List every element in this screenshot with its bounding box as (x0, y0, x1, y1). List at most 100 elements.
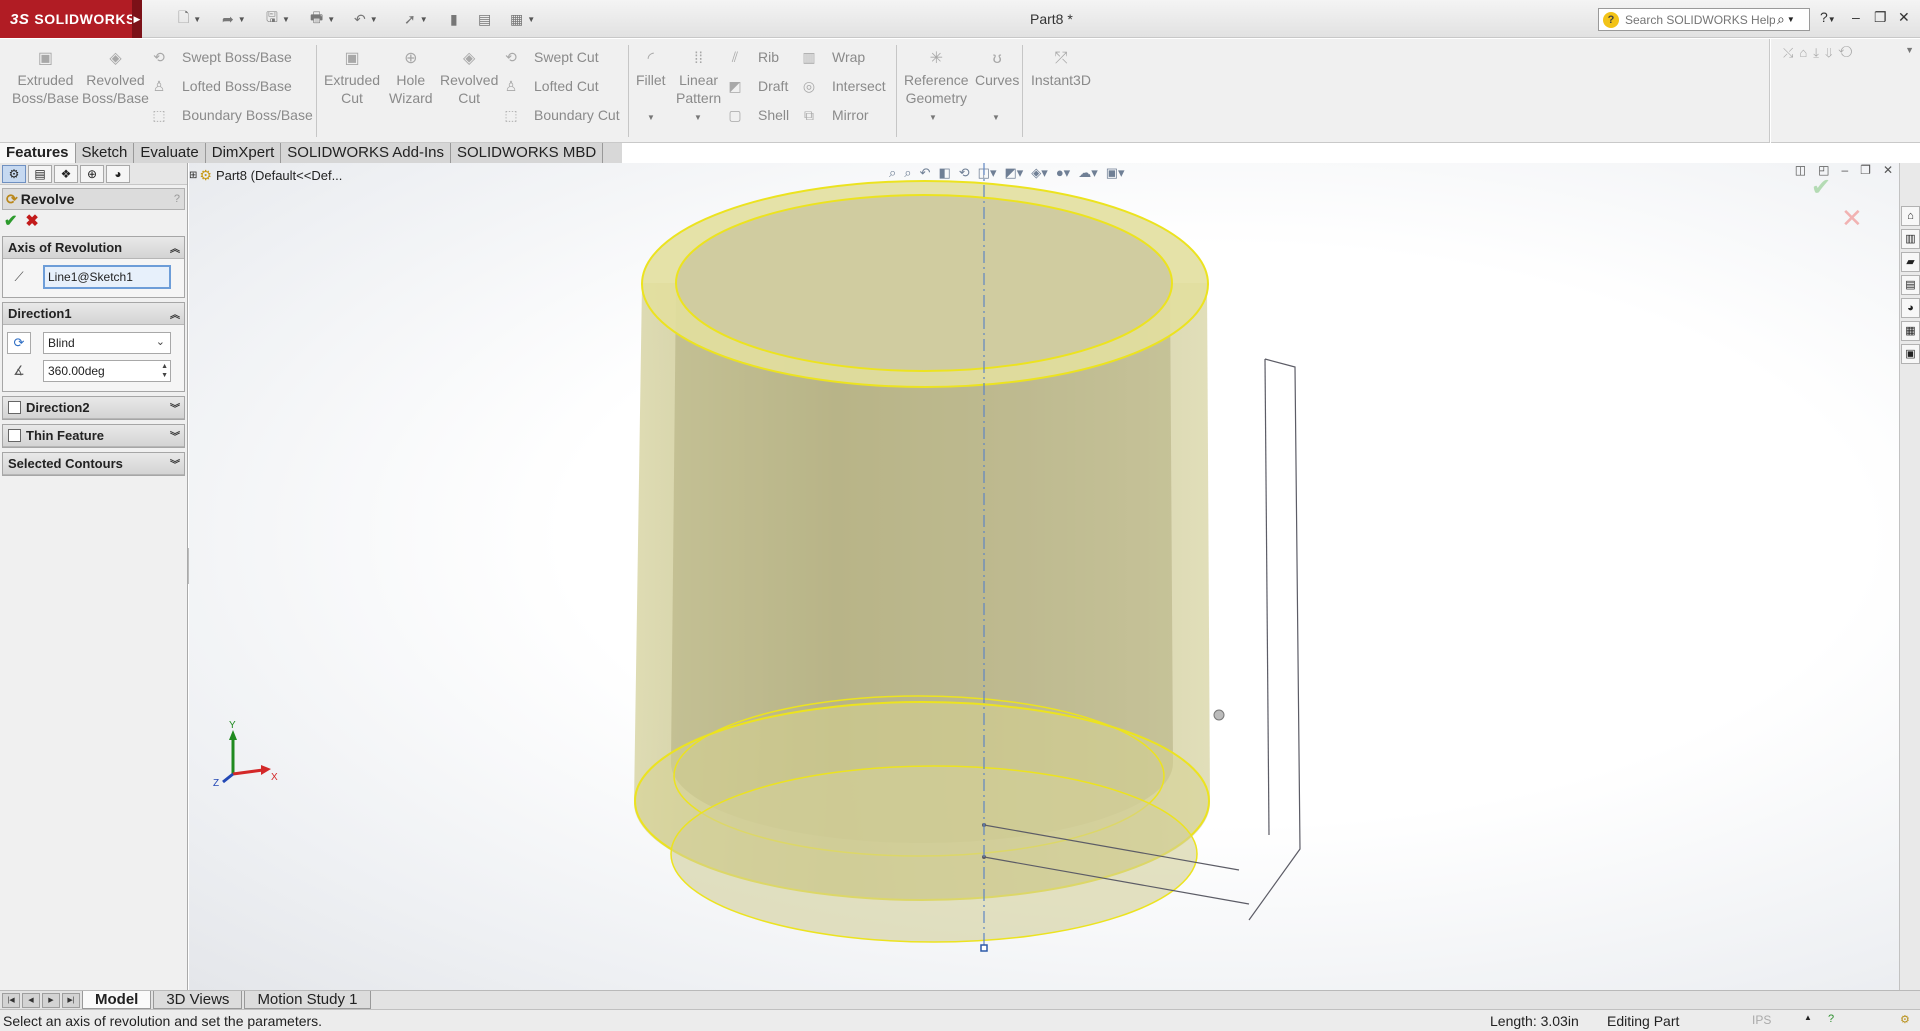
appearances-icon[interactable]: ◕ (1901, 298, 1920, 318)
options-button[interactable]: ▦ ▼ (510, 9, 535, 29)
thin-feature-header[interactable]: Thin Feature ︾ (3, 425, 184, 447)
graphics-area[interactable]: ⊞ ⚙ Part8 (Default<<Def... ⌕ ⌕ ↶ ◧ ⟲ ◫▾ … (189, 163, 1899, 990)
end-condition-select[interactable]: Blind ⌄ (43, 332, 171, 354)
property-manager-icon[interactable]: ▤ (28, 165, 52, 183)
mirror-button[interactable]: ⧉ Mirror (800, 105, 869, 125)
dimxpert-manager-icon[interactable]: ⊕ (80, 165, 104, 183)
feature-manager-icon[interactable]: ⚙ (2, 165, 26, 183)
first-tab-arrow-icon[interactable]: |◀ (2, 992, 20, 1008)
wrap-button[interactable]: ▥ Wrap (800, 47, 865, 67)
pattern-dropdown-icon[interactable]: ▼ (694, 113, 702, 122)
restore-window-button[interactable]: ❐ (1874, 9, 1887, 26)
fillet-button[interactable]: ◜ Fillet (636, 49, 666, 89)
revolved-boss-button[interactable]: ◈ Revolved Boss/Base (82, 49, 149, 107)
ribbon-options-dropdown-icon[interactable]: ▼ (1905, 45, 1914, 55)
solidworks-logo[interactable]: 3S SOLIDWORKS (0, 0, 140, 38)
search-icon[interactable]: ⌕ (1777, 11, 1785, 28)
solidworks-resources-icon[interactable]: ⌂ (1901, 206, 1920, 226)
file-explorer-icon[interactable]: ▰ (1901, 252, 1920, 272)
tab-sketch[interactable]: Sketch (75, 143, 135, 163)
collapse-chevron-icon[interactable]: ︽ (170, 306, 180, 321)
instant3d-button[interactable]: ⤱ Instant3D (1031, 49, 1091, 89)
configuration-manager-icon[interactable]: ❖ (54, 165, 78, 183)
revolved-cut-button[interactable]: ◈ Revolved Cut (440, 49, 498, 107)
shell-button[interactable]: ▢ Shell (726, 105, 789, 125)
file-properties-button[interactable]: ▤ (478, 9, 491, 29)
extruded-boss-button[interactable]: ▣ Extruded Boss/Base (12, 49, 79, 107)
lofted-boss-button[interactable]: ♙ Lofted Boss/Base (150, 76, 292, 96)
fillet-dropdown-icon[interactable]: ▼ (647, 113, 655, 122)
angle-input[interactable]: 360.00deg ▲ ▼ (43, 360, 171, 382)
tab-mbd[interactable]: SOLIDWORKS MBD (451, 143, 604, 163)
close-window-button[interactable]: ✕ (1898, 9, 1910, 26)
extra-tools-icons[interactable]: ⤯⌂⤓⇓⟲ (1783, 45, 1858, 61)
expand-chevron-icon[interactable]: ︾ (170, 456, 180, 471)
minimize-window-button[interactable]: – (1852, 9, 1860, 25)
swept-boss-button[interactable]: ⟲ Swept Boss/Base (150, 47, 292, 67)
collapse-chevron-icon[interactable]: ︽ (170, 240, 180, 255)
curves-dropdown-icon[interactable]: ▼ (992, 113, 1000, 122)
undo-button[interactable]: ↶ ▼ (354, 9, 378, 29)
save-button[interactable]: 🖫 ▼ (266, 9, 290, 29)
design-library-icon[interactable]: ▥ (1901, 229, 1920, 249)
rib-button[interactable]: ⫽ Rib (726, 47, 779, 67)
cancel-x-icon[interactable]: ✖ (25, 211, 38, 231)
selected-contours-header[interactable]: Selected Contours ︾ (3, 453, 184, 475)
boundary-cut-button[interactable]: ⬚ Boundary Cut (502, 105, 619, 125)
linear-pattern-button[interactable]: ⁞⁞ Linear Pattern (676, 49, 721, 107)
reverse-direction-icon[interactable]: ⟳ (7, 332, 31, 354)
open-document-button[interactable]: ➦ ▼ (222, 9, 246, 29)
new-document-button[interactable]: 🗋 ▼ (178, 9, 201, 29)
next-tab-arrow-icon[interactable]: ▶ (42, 992, 60, 1008)
tab-motion-study[interactable]: Motion Study 1 (244, 991, 371, 1009)
last-tab-arrow-icon[interactable]: ▶| (62, 992, 80, 1008)
prev-tab-arrow-icon[interactable]: ◀ (22, 992, 40, 1008)
expand-chevron-icon[interactable]: ︾ (170, 400, 180, 415)
direction1-header[interactable]: Direction1 ︽ (3, 303, 184, 325)
axis-selection-box[interactable]: Line1@Sketch1 (43, 265, 171, 289)
tab-addins[interactable]: SOLIDWORKS Add-Ins (281, 143, 451, 163)
rebuild-status-icon[interactable]: ⚙ (1900, 1013, 1910, 1026)
tab-3d-views[interactable]: 3D Views (153, 991, 243, 1009)
help-menu-button[interactable]: ?▼ (1820, 9, 1836, 25)
reference-geometry-dropdown-icon[interactable]: ▼ (929, 113, 937, 122)
expand-chevron-icon[interactable]: ︾ (170, 428, 180, 443)
display-manager-icon[interactable]: ◕ (106, 165, 130, 183)
search-dropdown-icon[interactable]: ▼ (1787, 15, 1795, 24)
curves-button[interactable]: ʊ Curves (975, 49, 1019, 89)
search-input[interactable] (1625, 12, 1775, 27)
thin-feature-checkbox[interactable] (8, 429, 21, 442)
tab-dimxpert[interactable]: DimXpert (205, 143, 282, 163)
direction2-header[interactable]: Direction2 ︾ (3, 397, 184, 419)
extruded-cut-button[interactable]: ▣ Extruded Cut (324, 49, 380, 107)
rebuild-button[interactable]: ▮ (450, 9, 458, 29)
print-button[interactable]: 🖶 ▼ (310, 9, 335, 29)
direction2-checkbox[interactable] (8, 401, 21, 414)
boundary-boss-button[interactable]: ⬚ Boundary Boss/Base (150, 105, 312, 125)
tab-evaluate[interactable]: Evaluate (134, 143, 206, 163)
curves-label: Curves (975, 72, 1020, 88)
unit-system[interactable]: IPS (1752, 1013, 1771, 1027)
view-palette-icon[interactable]: ▤ (1901, 275, 1920, 295)
lofted-cut-button[interactable]: ♙ Lofted Cut (502, 76, 599, 96)
reference-geometry-button[interactable]: ✳ Reference Geometry (904, 49, 969, 107)
swept-cut-button[interactable]: ⟲ Swept Cut (502, 47, 598, 67)
ok-check-icon[interactable]: ✔ (4, 211, 17, 231)
help-icon[interactable]: ? (174, 193, 180, 205)
draft-button[interactable]: ◩ Draft (726, 76, 788, 96)
axis-of-revolution-header[interactable]: Axis of Revolution ︽ (3, 237, 184, 259)
select-button[interactable]: ➚ ▼ (404, 9, 428, 29)
menu-expand-arrow-icon[interactable]: ▶ (132, 0, 142, 38)
custom-properties-icon[interactable]: ▦ (1901, 321, 1920, 341)
units-dropdown-icon[interactable]: ▲ (1804, 1013, 1812, 1022)
tab-model[interactable]: Model (82, 991, 152, 1009)
help-search-box[interactable]: ? ⌕ ▼ (1598, 8, 1810, 31)
axis-endpoint-handle[interactable] (980, 944, 988, 952)
spin-arrows-icon[interactable]: ▲ ▼ (161, 362, 168, 380)
hole-wizard-button[interactable]: ⊕ Hole Wizard (389, 49, 433, 107)
revolve-preview-model[interactable] (189, 163, 1899, 990)
forum-icon[interactable]: ▣ (1901, 344, 1920, 364)
intersect-button[interactable]: ◎ Intersect (800, 76, 886, 96)
quick-tips-icon[interactable]: ? (1828, 1013, 1834, 1025)
tab-features[interactable]: Features (0, 143, 76, 163)
